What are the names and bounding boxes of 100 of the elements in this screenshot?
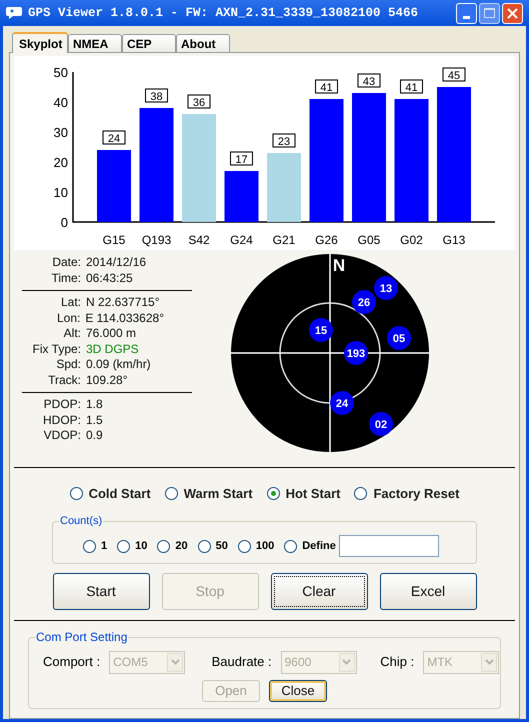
- satellite-marker: 193: [344, 341, 368, 365]
- radio-button[interactable]: [70, 487, 83, 500]
- north-label: N: [332, 256, 346, 275]
- field-label: Spd:: [55, 357, 82, 372]
- window-title: GPS Viewer 1.8.0.1 - FW: AXN_2.31_3339_13082100 5466: [28, 4, 418, 22]
- field-value: 3D DGPS: [86, 342, 139, 357]
- button[interactable]: Clear: [270, 572, 368, 610]
- axis-tick-label: 50: [54, 65, 68, 80]
- field-value: 1.8: [86, 397, 103, 412]
- axis-category-label: G24: [230, 233, 253, 247]
- field-label: PDOP:: [42, 397, 82, 412]
- tab[interactable]: Skyplot: [12, 32, 68, 53]
- field-value: 0.9: [86, 428, 103, 444]
- radio-button[interactable]: [284, 540, 298, 552]
- field-value: 2014/12/16: [86, 255, 146, 270]
- tab[interactable]: NMEA: [68, 34, 122, 52]
- radio-label: Define: [302, 538, 336, 554]
- value-label: 36: [188, 94, 210, 109]
- maximize-button[interactable]: [479, 2, 500, 24]
- axis-category-label: G05: [358, 233, 380, 247]
- close-icon: [507, 8, 518, 18]
- button[interactable]: Close: [269, 680, 327, 702]
- satellite-marker: 02: [369, 412, 393, 436]
- field-value: E 114.033628°: [85, 310, 164, 326]
- axis-category-label: S42: [188, 233, 210, 247]
- radio-label: 20: [175, 538, 188, 554]
- radio-label: 10: [135, 538, 148, 554]
- radio-button[interactable]: [238, 540, 251, 552]
- axis-tick-label: 30: [54, 125, 68, 140]
- radio-button[interactable]: [117, 540, 130, 552]
- field-label: Comport :: [43, 653, 100, 672]
- chevron-down-icon: [484, 659, 494, 665]
- field-value: 0.09 (km/hr): [86, 357, 151, 372]
- axis-tick-label: 20: [54, 155, 68, 170]
- radio-label: Factory Reset: [373, 485, 460, 503]
- satellite-marker: 24: [330, 391, 354, 415]
- field-label: VDOP:: [42, 428, 82, 444]
- field-label: Fix Type:: [32, 342, 82, 357]
- radio-button[interactable]: [354, 487, 368, 500]
- field-label: Chip :: [380, 653, 414, 672]
- data-label: 23: [278, 136, 290, 148]
- value-label: 23: [272, 134, 296, 148]
- radio-button[interactable]: [157, 540, 170, 552]
- tab[interactable]: About: [176, 34, 230, 52]
- field-label: Alt:: [62, 326, 82, 342]
- value-label: 43: [358, 74, 380, 88]
- value-label: 45: [442, 68, 466, 82]
- data-label: 41: [405, 82, 418, 94]
- satellite-marker: 05: [387, 326, 411, 350]
- radio-label: Warm Start: [184, 485, 253, 503]
- data-label: 43: [362, 76, 376, 88]
- data-label: 45: [448, 70, 460, 82]
- button[interactable]: Start: [52, 572, 150, 610]
- axis-category-label: G02: [400, 233, 423, 247]
- field-label: Track:: [47, 372, 82, 388]
- close-button[interactable]: [502, 2, 523, 24]
- minimize-button[interactable]: [456, 2, 477, 24]
- chevron-down-icon: [342, 659, 352, 665]
- value-label: 17: [230, 152, 253, 166]
- satellite-marker: 13: [374, 276, 398, 300]
- data-label: 38: [150, 91, 163, 103]
- axis-category-label: Q193: [142, 233, 172, 247]
- input-field[interactable]: [338, 535, 439, 557]
- radio-label: 1: [101, 538, 108, 554]
- radio-label: Hot Start: [286, 485, 340, 503]
- satellite-marker: 15: [309, 318, 333, 342]
- value-label: 41: [400, 80, 423, 94]
- tab[interactable]: CEP: [122, 34, 176, 52]
- data-label: 17: [235, 154, 248, 166]
- radio-label: 50: [216, 538, 228, 554]
- field-label: Date:: [51, 255, 82, 270]
- value-label: 41: [315, 80, 338, 94]
- radio-button[interactable]: [83, 540, 96, 552]
- satellite-marker: 26: [352, 290, 376, 314]
- field-label: Baudrate :: [212, 653, 272, 672]
- axis-tick-label: 0: [60, 215, 68, 230]
- data-label: 24: [108, 133, 120, 145]
- axis-tick-label: 10: [54, 185, 68, 200]
- chevron-down-icon: [170, 659, 180, 665]
- button[interactable]: Excel: [380, 572, 476, 610]
- axis-category-label: G13: [442, 233, 466, 247]
- radio-button[interactable]: [164, 487, 178, 500]
- field-value: 06:43:25: [86, 270, 133, 286]
- radio-button[interactable]: [198, 540, 211, 552]
- value-label: 24: [102, 130, 126, 145]
- radio-label: 100: [256, 538, 274, 554]
- axis-category-label: G15: [102, 233, 126, 247]
- radio-button[interactable]: [266, 487, 280, 500]
- data-label: 36: [192, 97, 206, 109]
- axis-category-label: G26: [315, 233, 338, 247]
- value-label: 38: [145, 88, 168, 103]
- radio-label: Cold Start: [88, 485, 151, 503]
- field-label: HDOP:: [42, 412, 82, 428]
- field-value: 76.000 m: [86, 326, 136, 342]
- field-value: 109.28°: [86, 372, 128, 388]
- field-label: Lon:: [56, 310, 82, 326]
- field-label: Lat:: [60, 295, 82, 310]
- axis-category-label: G21: [272, 233, 296, 247]
- app-icon: [6, 6, 22, 20]
- field-value: N 22.637715°: [86, 295, 160, 310]
